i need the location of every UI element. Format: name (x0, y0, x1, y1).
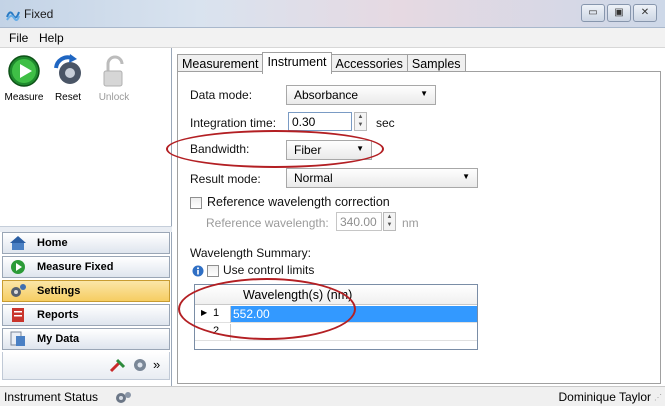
result-mode-label: Result mode: (190, 172, 261, 186)
maximize-button[interactable]: ▣ (607, 4, 631, 22)
data-mode-label: Data mode: (190, 88, 253, 102)
integration-time-label: Integration time: (190, 116, 277, 130)
nav-settings-label: Settings (37, 285, 81, 297)
reference-wavelength-value: 340.00 (340, 215, 377, 229)
info-icon[interactable] (192, 265, 204, 277)
chevron-right-icon[interactable]: » (153, 357, 160, 372)
minimize-button[interactable]: ▭ (581, 4, 605, 22)
nav-reports[interactable]: Reports (2, 304, 170, 326)
integration-unit: sec (376, 116, 395, 130)
resize-grip-icon[interactable]: ⋰ (654, 393, 662, 402)
nav-measure-fixed[interactable]: Measure Fixed (2, 256, 170, 278)
tab-instrument[interactable]: Instrument (262, 52, 332, 74)
reports-icon (12, 308, 24, 322)
data-mode-value: Absorbance (294, 88, 359, 102)
reference-wavelength-stepper[interactable]: ▲ ▼ (383, 212, 396, 231)
reference-wavelength-input[interactable]: 340.00 (336, 212, 382, 231)
control-limits-checkbox[interactable] (207, 265, 219, 277)
annotation-ellipse-wavelength (178, 278, 356, 340)
nav-measure-fixed-label: Measure Fixed (37, 261, 114, 273)
tools-icon[interactable] (109, 357, 127, 373)
reference-wavelength-unit: nm (402, 216, 419, 230)
play-icon (8, 55, 40, 87)
nav-my-data[interactable]: My Data (2, 328, 170, 350)
reset-button[interactable]: Reset (44, 54, 92, 103)
measure-label: Measure (4, 92, 44, 103)
window-title: Fixed (24, 7, 54, 21)
user-name: Dominique Taylor (558, 390, 652, 404)
unlock-icon (103, 55, 124, 87)
menu-file[interactable]: File (9, 31, 28, 45)
title-bar: Fixed ▭ ▣ ✕ (0, 0, 665, 28)
control-limits-label: Use control limits (223, 263, 315, 277)
result-mode-select[interactable]: Normal ▼ (286, 168, 478, 188)
wavelength-summary-label: Wavelength Summary: (190, 246, 311, 260)
nav-my-data-label: My Data (37, 333, 80, 345)
left-panel: Measure Reset Unlock .......... Home Mea… (0, 48, 172, 386)
instrument-status-label: Instrument Status (4, 390, 99, 404)
chevron-down-icon: ▼ (462, 172, 470, 181)
data-mode-select[interactable]: Absorbance ▼ (286, 85, 436, 105)
reference-correction-checkbox[interactable] (190, 197, 202, 209)
measure-icon (11, 260, 25, 274)
integration-time-value: 0.30 (292, 115, 316, 129)
result-mode-value: Normal (294, 171, 333, 185)
nav-reports-label: Reports (37, 309, 79, 321)
nav-home[interactable]: Home (2, 232, 170, 254)
menu-help[interactable]: Help (39, 31, 64, 45)
gear-icon[interactable] (131, 357, 149, 373)
tab-strip: Measurement Instrument Accessories Sampl… (177, 52, 466, 74)
reset-label: Reset (54, 92, 82, 103)
annotation-ellipse-bandwidth (166, 130, 384, 168)
integration-time-input[interactable]: 0.30 (288, 112, 352, 131)
reset-gear-icon (54, 54, 81, 84)
unlock-label: Unlock (98, 92, 130, 103)
close-button[interactable]: ✕ (633, 4, 657, 22)
reference-wavelength-label: Reference wavelength: (206, 216, 329, 230)
chevron-down-icon: ▼ (420, 89, 428, 98)
status-bar: Instrument Status Dominique Taylor ⋰ (0, 386, 665, 406)
integration-time-stepper[interactable]: ▲ ▼ (354, 112, 367, 131)
my-data-icon (10, 331, 25, 346)
unlock-button[interactable]: Unlock (90, 54, 138, 103)
home-icon (10, 236, 26, 250)
measure-button[interactable]: Measure (0, 54, 48, 103)
nav-home-label: Home (37, 237, 68, 249)
nav-settings[interactable]: Settings (2, 280, 170, 302)
reference-correction-label: Reference wavelength correction (207, 195, 390, 209)
instrument-status-icon (116, 392, 131, 403)
settings-icon (11, 284, 26, 297)
app-icon (6, 11, 20, 21)
menu-bar: File Help (0, 28, 665, 48)
nav-overflow-bar: » (2, 352, 170, 380)
